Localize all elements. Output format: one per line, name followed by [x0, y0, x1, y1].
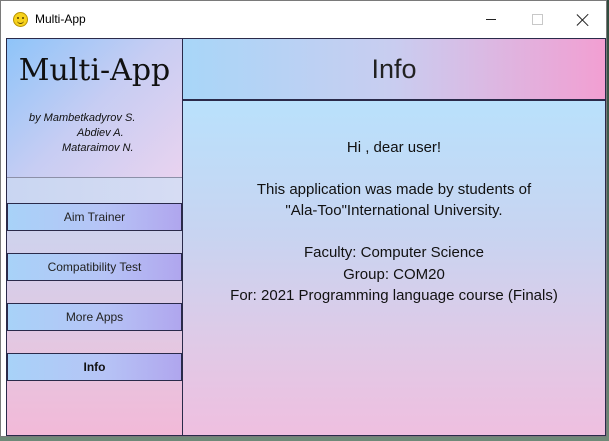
sidebar-item-more-apps[interactable]: More Apps: [7, 303, 182, 331]
page-title: Info: [183, 39, 605, 101]
sidebar-item-info[interactable]: Info: [7, 353, 182, 381]
credit-line: Abdiev A.: [77, 127, 124, 139]
about-text-line-2: "Ala-Too"International University.: [285, 202, 503, 219]
maximize-icon: [531, 14, 543, 25]
greeting-text: Hi , dear user!: [346, 139, 442, 156]
app-window: Multi-App Multi-App by Mambetkadyrov S. …: [0, 0, 607, 437]
maximize-button[interactable]: [514, 1, 560, 38]
title-bar[interactable]: Multi-App: [1, 1, 606, 38]
app-logo-title: Multi-App: [18, 53, 171, 88]
credits: by Mambetkadyrov S. Abdiev A. Mataraimov…: [29, 111, 135, 156]
sidebar-item-compatibility-test[interactable]: Compatibility Test: [7, 253, 182, 281]
sidebar-item-aim-trainer[interactable]: Aim Trainer: [7, 203, 182, 231]
sidebar-divider-bar: [7, 178, 182, 204]
close-icon: [577, 14, 589, 26]
logo-panel: Multi-App by Mambetkadyrov S. Abdiev A. …: [7, 39, 182, 178]
credit-line: by Mambetkadyrov S.: [29, 112, 136, 124]
sidebar: Multi-App by Mambetkadyrov S. Abdiev A. …: [7, 39, 183, 435]
minimize-icon: [486, 19, 496, 20]
window-title: Multi-App: [35, 12, 86, 26]
smiley-icon: [13, 12, 28, 27]
purpose-text: For: 2021 Programming language course (F…: [230, 287, 558, 304]
about-text-line-1: This application was made by students of: [256, 181, 532, 198]
close-button[interactable]: [560, 1, 606, 38]
client-area: Multi-App by Mambetkadyrov S. Abdiev A. …: [6, 38, 606, 436]
credit-line: Mataraimov N.: [62, 142, 134, 154]
info-content: Hi , dear user! This application was mad…: [183, 101, 605, 435]
group-text: Group: COM20: [343, 266, 445, 283]
faculty-text: Faculty: Computer Science: [303, 244, 485, 261]
minimize-button[interactable]: [468, 1, 514, 38]
